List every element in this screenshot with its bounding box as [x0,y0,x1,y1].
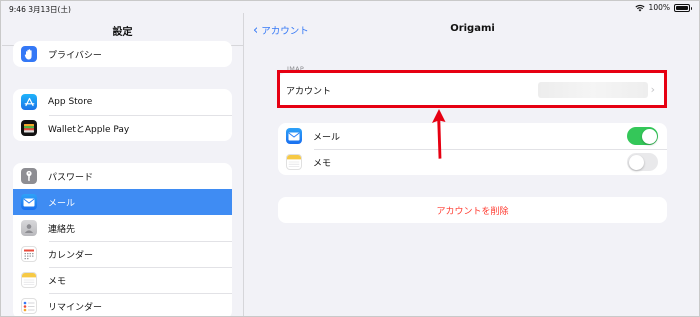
sidebar-group-apps: パスワード メール 連絡先 カレンダー メモ リマインダー [13,163,232,316]
screenshot-frame: 9:46 3月13日(土) 100% 設定 プライバシー App Store W… [0,0,700,317]
sidebar-item-privacy[interactable]: プライバシー [13,41,232,67]
sidebar-item-calendar[interactable]: カレンダー [13,241,232,267]
notes-toggle[interactable] [627,153,658,171]
wifi-icon [634,4,645,11]
account-row[interactable]: アカウント › [278,73,667,107]
sidebar-item-wallet[interactable]: WalletとApple Pay [13,115,232,141]
account-card: アカウント › [278,73,667,107]
notes-icon [21,272,37,288]
page-title: Origami [450,23,495,34]
sync-toggles-card: メール メモ [278,123,667,175]
toggle-row-mail: メール [278,123,667,149]
sidebar-item-label: カレンダー [48,250,94,261]
sidebar-item-label: App Store [48,97,93,107]
settings-sidebar[interactable]: 設定 プライバシー App Store WalletとApple Pay パスワ… [2,13,244,316]
sidebar-item-label: パスワード [48,172,94,183]
sidebar-item-reminders[interactable]: リマインダー [13,293,232,316]
sidebar-item-passwords[interactable]: パスワード [13,163,232,189]
sidebar-item-label: プライバシー [48,50,102,61]
battery-percent: 100% [648,3,670,12]
mail-toggle[interactable] [627,127,658,145]
toggle-knob [641,128,657,144]
sidebar-title: 設定 [112,27,133,38]
sidebar-item-label: 連絡先 [48,224,76,235]
toggle-knob [628,154,644,170]
toggle-row-notes: メモ [278,149,667,175]
sidebar-group-store: App Store WalletとApple Pay [13,89,232,141]
notes-icon [286,154,302,170]
mail-icon [286,128,302,144]
battery-icon [674,3,692,12]
wallet-icon [21,120,37,136]
sidebar-item-label: メモ [48,276,67,287]
toggle-label-mail: メール [313,132,341,143]
sidebar-item-label: WalletとApple Pay [48,124,130,135]
reminders-icon [21,298,37,314]
sidebar-item-label: メール [48,198,76,209]
sidebar-item-app-store[interactable]: App Store [13,89,232,115]
delete-account-label: アカウントを削除 [436,206,509,217]
pointer-arrow [432,109,446,159]
sidebar-item-notes[interactable]: メモ [13,267,232,293]
toggle-label-notes: メモ [313,158,332,169]
detail-pane: ‹ アカウント Origami IMAP アカウント › メール メモ アカウン… [245,13,699,316]
section-label-imap: IMAP [287,65,305,73]
key-icon [21,168,37,184]
account-value-redacted [538,82,648,98]
contacts-icon [21,220,37,236]
sidebar-group-privacy: プライバシー [13,41,232,67]
sidebar-item-label: リマインダー [48,302,103,313]
hand-icon [21,46,37,62]
delete-account-button[interactable]: アカウントを削除 [278,197,667,223]
sidebar-item-mail[interactable]: メール [13,189,232,215]
chevron-right-icon: › [650,83,655,96]
calendar-icon [21,246,37,262]
sidebar-item-contacts[interactable]: 連絡先 [13,215,232,241]
account-row-label: アカウント [286,86,332,97]
status-right: 100% [634,3,692,12]
app-store-icon [21,94,37,110]
mail-icon [21,194,37,210]
